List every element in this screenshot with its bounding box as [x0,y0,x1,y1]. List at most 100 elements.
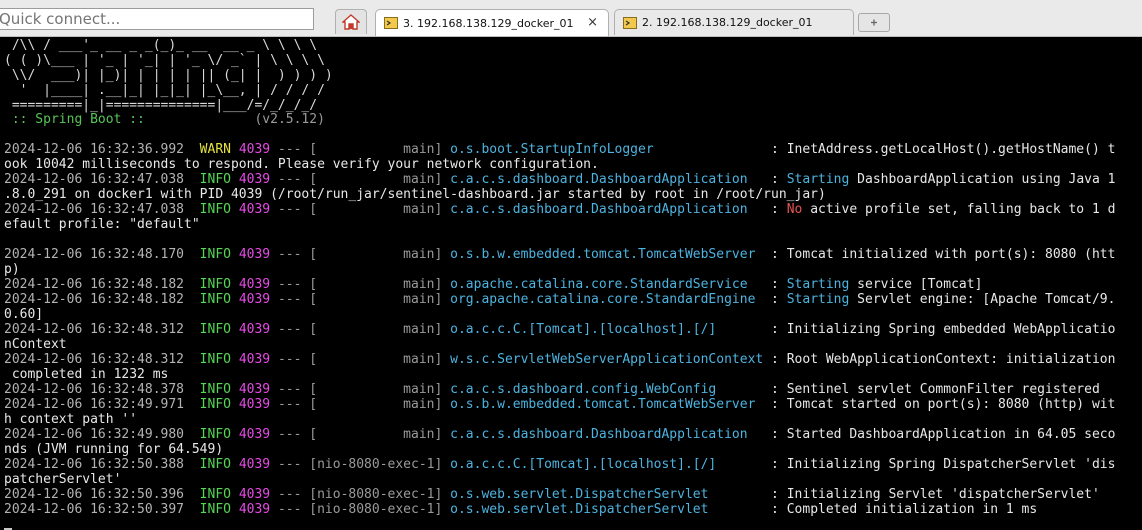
log-thread: main] [317,247,451,262]
log-separator: --- [ [270,382,318,397]
log-timestamp: 2024-12-06 16:32:48.378 [4,382,185,397]
log-entry: 2024-12-06 16:32:50.388 INFO 4039 --- [n… [4,457,1115,472]
spring-boot-banner: :: Spring Boot :: (v2.5.12) [4,112,325,127]
log-entry: 2024-12-06 16:32:50.397 INFO 4039 --- [n… [4,502,1037,517]
log-pid: 4039 [238,352,271,367]
log-logger: o.apache.catalina.core.StandardService [450,277,764,292]
log-level: INFO [199,352,231,367]
log-message: Tomcat initialized with port(s): 8080 (h… [786,247,1116,262]
log-continuation: efault profile: "default" [4,217,200,232]
log-separator: --- [ [270,202,318,217]
quick-connect-input[interactable] [0,8,314,30]
log-message: nds (JVM running for 64.549) [4,442,224,457]
log-level: INFO [199,457,231,472]
log-entry: 2024-12-06 16:32:48.182 INFO 4039 --- [ … [4,277,982,292]
log-colon: : [763,397,787,412]
log-pid: 4039 [238,172,271,187]
spring-boot-version: (v2.5.12) [152,112,325,127]
new-tab-icon [871,19,877,26]
log-message: Root WebApplicationContext: initializati… [786,352,1116,367]
log-entry: 2024-12-06 16:32:47.038 INFO 4039 --- [ … [4,202,1115,217]
new-tab-button[interactable] [858,13,890,32]
log-timestamp: 2024-12-06 16:32:47.038 [4,202,185,217]
log-level: INFO [199,427,231,442]
log-logger: o.s.web.servlet.DispatcherServlet [450,502,764,517]
log-colon: : [763,487,787,502]
log-continuation: patcherServlet' [4,472,121,487]
log-message: efault profile: "default" [4,217,200,232]
log-separator: --- [ [270,457,318,472]
log-message: Started DashboardApplication in 64.05 se… [786,427,1116,442]
log-thread: main] [317,202,451,217]
tab-session-3[interactable]: 3. 192.168.138.129_docker_01 × [375,9,609,36]
log-pid: 4039 [238,142,271,157]
log-timestamp: 2024-12-06 16:32:48.312 [4,322,185,337]
log-thread: main] [317,397,451,412]
log-message-highlight: Starting [786,277,850,292]
log-entry: 2024-12-06 16:32:48.170 INFO 4039 --- [ … [4,247,1115,262]
log-entry: 2024-12-06 16:32:49.971 INFO 4039 --- [ … [4,397,1115,412]
log-timestamp: 2024-12-06 16:32:50.396 [4,487,185,502]
tab-session-2[interactable]: 2. 192.168.138.129_docker_01 [614,9,854,35]
log-colon: : [763,457,787,472]
log-logger: c.a.c.s.dashboard.config.WebConfig [450,382,764,397]
log-logger: w.s.c.ServletWebServerApplicationContext [450,352,764,367]
log-thread: nio-8080-exec-1] [317,457,451,472]
log-continuation: nds (JVM running for 64.549) [4,442,223,457]
log-message-warning-word: No [786,202,803,217]
terminal-output[interactable]: /\\ / ___'_ __ _ _(_)_ __ __ _ \ \ \ \ (… [0,37,1142,530]
log-colon: : [763,382,787,397]
log-message: patcherServlet' [4,472,122,487]
log-message: h context path '' [4,412,138,427]
terminal-tab-icon [384,17,398,29]
log-colon: : [763,202,787,217]
log-level: INFO [199,487,231,502]
log-thread: main] [317,322,451,337]
log-thread: nio-8080-exec-1] [317,502,451,517]
log-level: INFO [199,292,231,307]
log-timestamp: 2024-12-06 16:32:48.312 [4,352,185,367]
log-message: Initializing Spring embedded WebApplicat… [786,322,1116,337]
log-colon: : [763,427,787,442]
log-separator: --- [ [270,172,318,187]
log-logger: o.a.c.c.C.[Tomcat].[localhost].[/] [450,322,764,337]
log-level: INFO [199,247,231,262]
log-message: InetAddress.getLocalHost().getHostName()… [786,142,1116,157]
log-timestamp: 2024-12-06 16:32:50.397 [4,502,185,517]
log-thread: main] [317,277,451,292]
log-continuation: completed in 1232 ms [4,367,169,382]
tab-label: 2. 192.168.138.129_docker_01 [642,16,813,29]
log-level: INFO [199,502,231,517]
log-timestamp: 2024-12-06 16:32:48.182 [4,292,185,307]
log-message: ook 10042 milliseconds to respond. Pleas… [4,157,599,172]
log-message: Initializing Spring DispatcherServlet 'd… [786,457,1116,472]
spring-logo-line: ' |____| .__|_| |_|_| |_\__, | / / / / [4,83,325,98]
terminal-tab-icon [623,16,637,29]
log-colon: : [763,322,787,337]
log-level: INFO [199,382,231,397]
log-separator: --- [ [270,487,318,502]
close-icon[interactable]: × [587,15,598,30]
log-message: nContext [4,337,67,352]
log-separator: --- [ [270,322,318,337]
log-timestamp: 2024-12-06 16:32:48.170 [4,247,185,262]
log-entry: 2024-12-06 16:32:49.980 INFO 4039 --- [ … [4,427,1115,442]
log-entry: 2024-12-06 16:32:50.396 INFO 4039 --- [n… [4,487,1100,502]
log-logger: o.s.boot.StartupInfoLogger [450,142,764,157]
log-continuation: .8.0_291 on docker1 with PID 4039 (/root… [4,187,826,202]
log-separator: --- [ [270,427,318,442]
log-pid: 4039 [238,502,271,517]
log-continuation: ook 10042 milliseconds to respond. Pleas… [4,157,599,172]
log-thread: main] [317,382,451,397]
log-thread: main] [317,142,451,157]
home-tab[interactable] [335,9,367,34]
log-thread: main] [317,427,451,442]
log-pid: 4039 [238,487,271,502]
log-colon: : [763,277,787,292]
log-level: INFO [199,397,231,412]
log-level: INFO [199,322,231,337]
log-pid: 4039 [238,382,271,397]
log-colon: : [763,292,787,307]
log-timestamp: 2024-12-06 16:32:48.182 [4,277,185,292]
log-message: service [Tomcat] [849,277,983,292]
